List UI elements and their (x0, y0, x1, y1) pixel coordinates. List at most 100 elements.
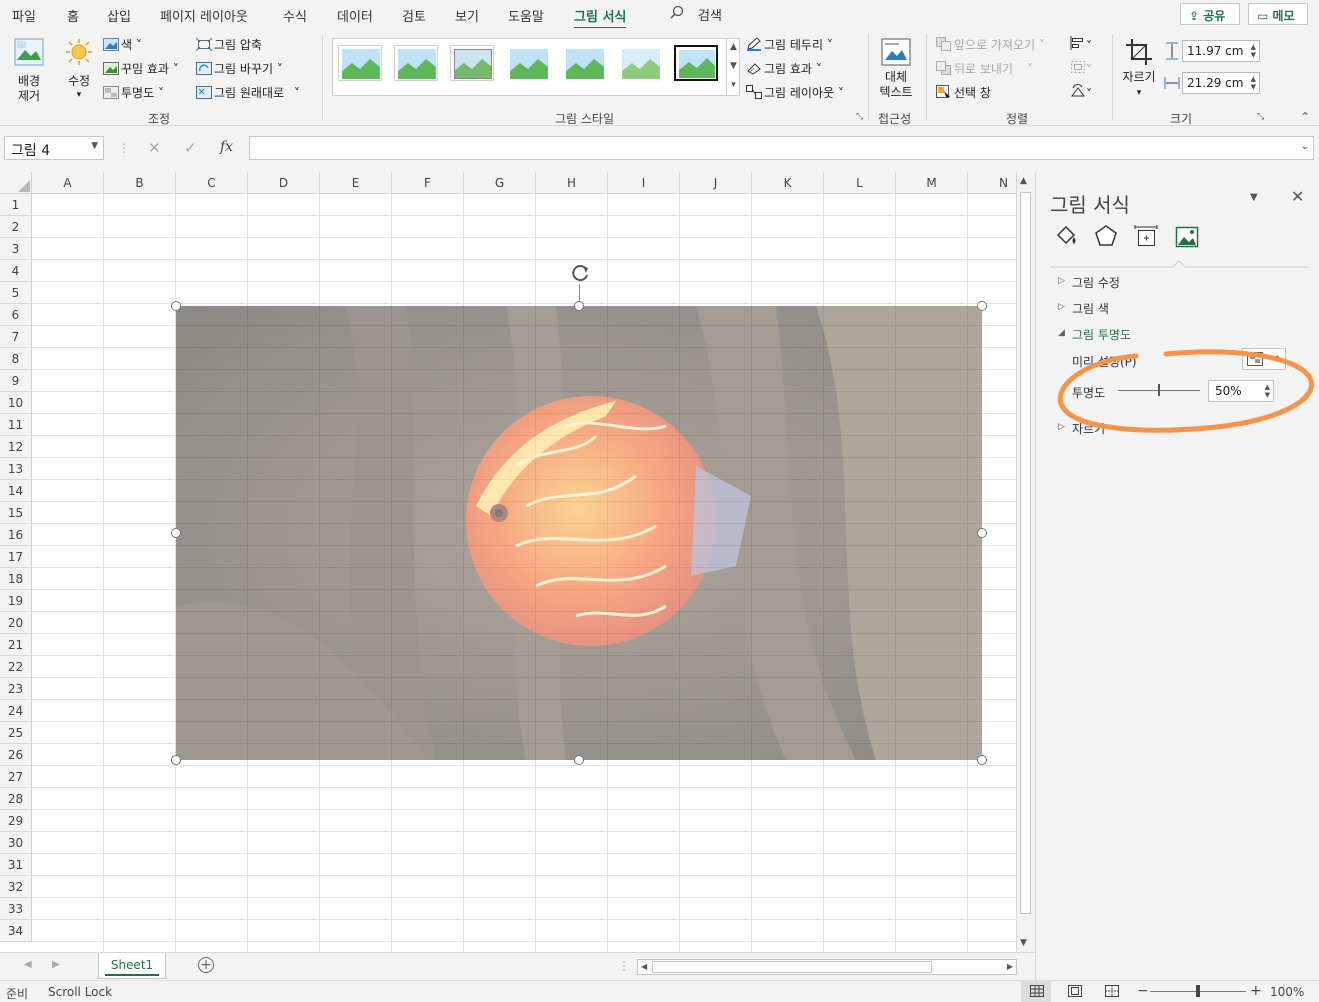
row-header-27[interactable]: 27 (0, 766, 32, 788)
picture-style-1[interactable] (338, 45, 382, 81)
resize-handle-top-left[interactable] (171, 301, 181, 311)
height-input[interactable]: 11.97 cm ▲ ▼ (1182, 40, 1260, 62)
insert-function-icon[interactable]: fx (220, 139, 233, 155)
column-header-j[interactable]: J (680, 172, 752, 194)
row-header-28[interactable]: 28 (0, 788, 32, 810)
row-header-22[interactable]: 22 (0, 656, 32, 678)
previous-sheet-icon[interactable]: ◀ (24, 959, 32, 970)
tab-view[interactable]: 보기 (455, 6, 479, 25)
normal-view-button[interactable] (1021, 981, 1051, 1002)
picture-layout-button[interactable]: 그림 레이아웃 ˅ (746, 84, 844, 102)
column-header-g[interactable]: G (464, 172, 536, 194)
column-header-d[interactable]: D (248, 172, 320, 194)
resize-handle-bottom-left[interactable] (171, 755, 181, 765)
row-header-16[interactable]: 16 (0, 524, 32, 546)
zoom-level[interactable]: 100% (1270, 985, 1304, 999)
artistic-effects-button[interactable]: 꾸밈 효과 ˅ (103, 60, 179, 78)
row-header-9[interactable]: 9 (0, 370, 32, 392)
row-header-14[interactable]: 14 (0, 480, 32, 502)
tab-home[interactable]: 홈 (67, 6, 79, 25)
picture-style-6[interactable] (618, 45, 662, 81)
zoom-out-icon[interactable]: − (1137, 983, 1149, 999)
size-properties-icon[interactable] (1134, 224, 1158, 251)
tab-splitter-icon[interactable]: ⋮ (618, 959, 630, 973)
picture-style-2[interactable] (394, 45, 438, 81)
row-header-1[interactable]: 1 (0, 194, 32, 216)
column-header-c[interactable]: C (176, 172, 248, 194)
picture-border-button[interactable]: 그림 테두리 ˅ (746, 36, 833, 54)
row-header-20[interactable]: 20 (0, 612, 32, 634)
row-header-23[interactable]: 23 (0, 678, 32, 700)
row-header-30[interactable]: 30 (0, 832, 32, 854)
tab-review[interactable]: 검토 (402, 6, 426, 25)
column-header-e[interactable]: E (320, 172, 392, 194)
section-picture-transparency[interactable]: 그림 투명도 (1072, 326, 1131, 343)
gallery-scroll[interactable]: ▲ ▼ ▾ (726, 38, 740, 96)
corrections-button[interactable]: 수정 ▾ (58, 34, 100, 106)
scroll-left-icon[interactable]: ◀ (641, 962, 647, 971)
picture-style-4[interactable] (506, 45, 550, 81)
tab-insert[interactable]: 삽입 (107, 6, 131, 25)
group-objects-button[interactable]: ˅ (1070, 60, 1092, 77)
zoom-slider-thumb[interactable] (1196, 985, 1200, 997)
next-sheet-icon[interactable]: ▶ (52, 959, 60, 970)
horizontal-scroll-thumb[interactable] (652, 961, 932, 973)
rotate-button[interactable]: ˅ (1070, 84, 1092, 101)
row-header-6[interactable]: 6 (0, 304, 32, 326)
row-header-21[interactable]: 21 (0, 634, 32, 656)
vertical-scrollbar[interactable]: ▲ ▼ (1016, 172, 1034, 952)
column-header-n[interactable]: N (968, 172, 1016, 194)
vertical-scroll-thumb[interactable] (1020, 192, 1031, 914)
column-header-l[interactable]: L (824, 172, 896, 194)
resize-handle-bottom[interactable] (574, 755, 584, 765)
search-label[interactable]: 검색 (698, 5, 722, 24)
page-layout-view-icon[interactable] (1068, 985, 1082, 1000)
row-header-8[interactable]: 8 (0, 348, 32, 370)
dialog-launcher-icon[interactable]: ⤡ (1257, 112, 1264, 122)
rotate-handle-icon[interactable] (569, 262, 591, 287)
row-header-19[interactable]: 19 (0, 590, 32, 612)
change-picture-button[interactable]: 그림 바꾸기 ˅ (196, 60, 283, 78)
row-header-34[interactable]: 34 (0, 920, 32, 942)
select-all-button[interactable] (0, 172, 32, 194)
row-header-29[interactable]: 29 (0, 810, 32, 832)
picture-style-3[interactable] (450, 45, 494, 81)
tab-picture-format[interactable]: 그림 서식 (574, 6, 627, 30)
scroll-up-icon[interactable]: ▲ (1020, 176, 1027, 186)
sheet-tab-sheet1[interactable]: Sheet1 (98, 953, 166, 979)
fill-line-icon[interactable] (1054, 224, 1078, 251)
transparency-button[interactable]: 투명도 ˅ (103, 84, 164, 102)
picture-effects-button[interactable]: 그림 효과 ˅ (746, 60, 822, 78)
resize-handle-top[interactable] (574, 301, 584, 311)
formula-input[interactable]: ⌄ (249, 136, 1314, 160)
section-picture-corrections[interactable]: 그림 수정 (1072, 274, 1120, 291)
remove-background-button[interactable]: 배경 제거 (8, 34, 50, 106)
tab-formulas[interactable]: 수식 (283, 6, 307, 25)
page-break-view-icon[interactable] (1105, 985, 1119, 1000)
enter-icon[interactable]: ✓ (184, 139, 197, 157)
row-header-11[interactable]: 11 (0, 414, 32, 436)
expand-icon[interactable]: ▷ (1058, 302, 1065, 312)
resize-handle-top-right[interactable] (977, 301, 987, 311)
scroll-right-icon[interactable]: ▶ (1007, 962, 1013, 971)
row-header-13[interactable]: 13 (0, 458, 32, 480)
reset-picture-button[interactable]: 그림 원래대로 ˅ (196, 84, 300, 102)
column-header-b[interactable]: B (104, 172, 176, 194)
row-header-26[interactable]: 26 (0, 744, 32, 766)
crop-button[interactable]: 자르기 ▾ (1118, 34, 1160, 106)
column-header-a[interactable]: A (32, 172, 104, 194)
row-header-32[interactable]: 32 (0, 876, 32, 898)
resize-handle-bottom-right[interactable] (977, 755, 987, 765)
compress-pictures-button[interactable]: 그림 압축 (195, 36, 262, 54)
picture-icon[interactable] (1174, 224, 1200, 253)
send-backward-button[interactable]: 뒤로 보내기 ˅ (936, 60, 1033, 78)
tab-data[interactable]: 데이터 (337, 6, 373, 25)
horizontal-scrollbar[interactable]: ◀ ▶ (637, 959, 1017, 975)
collapse-icon[interactable]: ◢ (1058, 328, 1065, 338)
dialog-launcher-icon[interactable]: ⤡ (856, 112, 863, 122)
pane-options-icon[interactable]: ▼ (1250, 192, 1258, 203)
row-header-7[interactable]: 7 (0, 326, 32, 348)
row-header-17[interactable]: 17 (0, 546, 32, 568)
column-header-k[interactable]: K (752, 172, 824, 194)
share-button[interactable]: ⇪ 공유 (1180, 3, 1240, 25)
